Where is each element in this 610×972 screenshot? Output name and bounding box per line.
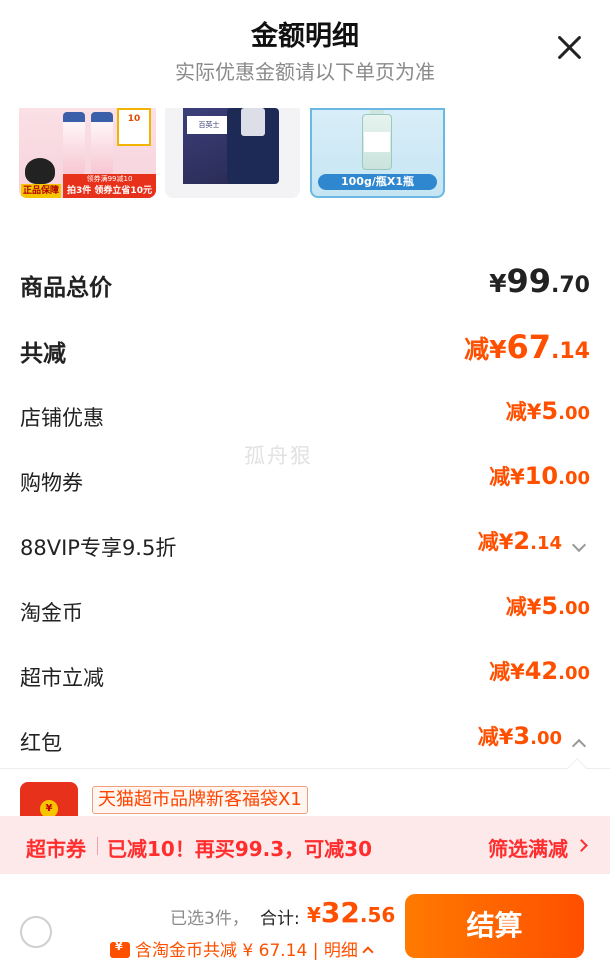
product-thumbnail-3[interactable]: 100g/瓶X1瓶: [310, 108, 445, 198]
filter-discount-link[interactable]: 筛选满减: [488, 833, 568, 862]
checkout-button[interactable]: 结算: [405, 894, 584, 958]
row-label: 共减: [20, 341, 66, 367]
red-packet-tag: 天猫超市品牌新客福袋X1: [92, 786, 308, 814]
selected-count: 已选3件，: [170, 909, 249, 929]
row-label: 店铺优惠: [20, 406, 104, 430]
total-label: 合计:: [260, 909, 300, 929]
total-amount: ¥32.56: [307, 896, 396, 929]
row-amount: 减¥5.00: [505, 592, 590, 620]
supermarket-coupon-bar[interactable]: 超市券 已减10！再买99.3，可减30 筛选满减: [0, 816, 610, 874]
guarantee-badge: 正品保障: [21, 184, 61, 198]
coupon-message: 已减10！再买99.3，可减30: [107, 837, 373, 861]
row-amount: 减¥10.00: [489, 462, 590, 490]
row-label: 88VIP专享9.5折: [20, 536, 177, 560]
product-promo-band: 拍3件 领券立省10元: [63, 184, 156, 198]
page-subtitle: 实际优惠金额请以下单页为准: [175, 60, 435, 84]
modal-header: 金额明细 实际优惠金额请以下单页为准: [0, 0, 610, 108]
product-spec-band: 100g/瓶X1瓶: [318, 174, 437, 190]
product-label: [364, 132, 390, 152]
row-amount: 减¥67.14: [464, 328, 590, 366]
price-row-total-discount: 共减 减¥67.14: [20, 328, 590, 372]
product-thumbnail-2[interactable]: 百英士: [165, 108, 300, 198]
discount-row-coins: 淘金币 减¥5.00: [20, 591, 590, 635]
chevron-up-icon: [362, 946, 374, 958]
tmall-cat-icon: [25, 158, 55, 184]
discount-row-shop: 店铺优惠 减¥5.00: [20, 396, 590, 440]
price-row-total: 商品总价 ¥99.70: [20, 262, 590, 306]
chevron-up-icon[interactable]: [571, 738, 587, 754]
row-label: 超市立减: [20, 666, 104, 690]
row-amount: 减¥2.14: [477, 527, 562, 555]
chevron-down-icon[interactable]: [571, 537, 587, 553]
divider: [97, 837, 98, 855]
row-amount: 减¥5.00: [505, 397, 590, 425]
row-amount: 减¥3.00: [477, 722, 562, 750]
chevron-right-icon[interactable]: [575, 839, 588, 852]
product-promo-tag: 10: [117, 108, 151, 146]
product-brand-label: 百英士: [187, 116, 231, 134]
product-image-tube: [63, 112, 85, 174]
row-label: 商品总价: [20, 275, 112, 301]
page-title: 金额明细: [251, 21, 359, 52]
row-label: 红包: [20, 731, 62, 755]
product-thumbnail-1[interactable]: 10 领券满99减10 拍3件 领券立省10元 正品保障: [19, 108, 156, 198]
checkout-footer: 已选3件， 合计: ¥32.56 含淘金币共减 ¥ 67.14 | 明细 结算: [0, 874, 610, 972]
discount-row-red-packet[interactable]: 红包 减¥3.00: [20, 721, 590, 765]
close-icon[interactable]: [552, 30, 588, 66]
row-amount: ¥99.70: [489, 262, 590, 300]
product-image-tube: [91, 112, 113, 174]
coin-icon: [110, 940, 130, 958]
discount-row-voucher: 购物券 减¥10.00: [20, 461, 590, 505]
discount-row-vip[interactable]: 88VIP专享9.5折 减¥2.14: [20, 526, 590, 570]
discount-detail-text: 含淘金币共减 ¥ 67.14 | 明细: [135, 941, 358, 961]
coupon-tag: 超市券: [26, 837, 86, 861]
row-amount: 减¥42.00: [489, 657, 590, 685]
select-all-radio[interactable]: [20, 916, 52, 948]
row-label: 购物券: [20, 471, 83, 495]
product-promo-band: 领券满99减10: [63, 174, 156, 184]
discount-row-supermarket: 超市立减 减¥42.00: [20, 656, 590, 700]
row-label: 淘金币: [20, 601, 83, 625]
discount-detail-link[interactable]: 含淘金币共减 ¥ 67.14 | 明细: [110, 936, 374, 961]
product-image-cap: [241, 108, 265, 136]
